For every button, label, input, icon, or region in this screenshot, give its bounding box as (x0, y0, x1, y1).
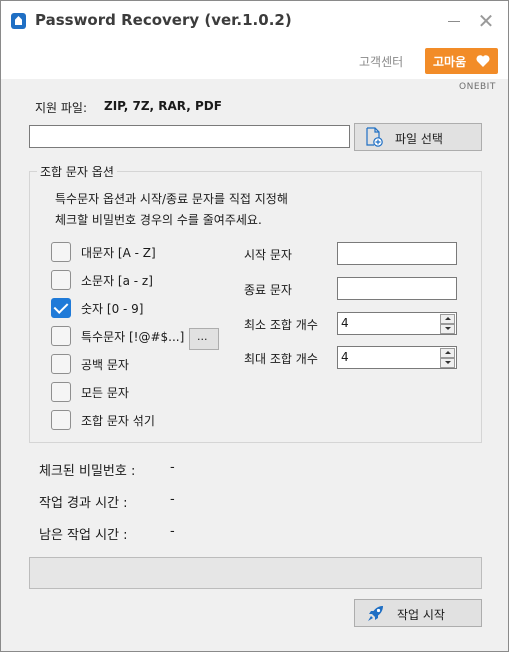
customer-center-link[interactable]: 고객센터 (359, 53, 403, 70)
close-button[interactable]: ✕ (473, 9, 499, 33)
start-task-label: 작업 시작 (397, 608, 445, 622)
app-window: Password Recovery (ver.1.0.2) ✕ 고객센터 고마움… (0, 0, 509, 652)
checked-passwords-label: 체크된 비밀번호 : (39, 464, 136, 479)
checkbox-box[interactable] (51, 326, 71, 346)
window-title: Password Recovery (ver.1.0.2) (35, 11, 292, 29)
close-icon: ✕ (477, 9, 495, 33)
checkbox-label: 대문자 [A - Z] (81, 246, 156, 260)
thanks-button-label: 고마움 (433, 55, 467, 69)
elapsed-time-label: 작업 경과 시간 : (39, 496, 128, 511)
checkbox-box[interactable] (51, 270, 71, 290)
checkbox-label: 특수문자 [!@#$...] (81, 330, 185, 344)
supported-files-label: 지원 파일: (35, 101, 88, 115)
checkbox-label: 숫자 [0 - 9] (81, 302, 144, 316)
spinner-down-arrow-icon[interactable] (440, 324, 455, 334)
checked-passwords-value: - (170, 460, 175, 475)
minimize-button[interactable] (441, 9, 467, 33)
options-description-line2: 체크할 비밀번호 경우의 수를 줄여주세요. (55, 213, 262, 227)
file-path-input[interactable] (29, 125, 350, 148)
max-count-spinner[interactable]: 4 (337, 346, 457, 369)
start-task-button[interactable]: 작업 시작 (354, 599, 482, 627)
thanks-button[interactable]: 고마움 (425, 48, 498, 74)
checkbox-box-checked[interactable] (51, 298, 71, 318)
spinner-up-arrow-icon[interactable] (440, 314, 455, 324)
elapsed-time-value: - (170, 492, 175, 507)
spinner-arrows (440, 314, 455, 334)
remaining-time-value: - (170, 524, 175, 539)
checkbox-box[interactable] (51, 242, 71, 262)
max-count-label: 최대 조합 개수 (244, 352, 318, 366)
checkbox-label: 소문자 [a - z] (81, 274, 153, 288)
spinner-arrows (440, 348, 455, 368)
start-char-input[interactable] (337, 242, 457, 265)
heart-icon (476, 55, 490, 67)
select-file-button[interactable]: 파일 선택 (354, 123, 482, 151)
supported-files-formats: ZIP, 7Z, RAR, PDF (104, 99, 222, 113)
options-description-line1: 특수문자 옵션과 시작/종료 문자를 직접 지정해 (55, 192, 288, 206)
options-group-title: 조합 문자 옵션 (37, 163, 117, 180)
checkbox-label: 모든 문자 (81, 386, 129, 400)
checkbox-box[interactable] (51, 354, 71, 374)
checkbox-label: 공백 문자 (81, 358, 129, 372)
min-count-label: 최소 조합 개수 (244, 318, 318, 332)
title-bar[interactable]: Password Recovery (ver.1.0.2) ✕ (1, 1, 508, 41)
spinner-down-arrow-icon[interactable] (440, 358, 455, 368)
checkbox-box[interactable] (51, 382, 71, 402)
end-char-label: 종료 문자 (244, 283, 292, 297)
checkbox-label: 조합 문자 섞기 (81, 414, 155, 428)
max-count-value: 4 (341, 350, 349, 364)
checkbox-box[interactable] (51, 410, 71, 430)
min-count-spinner[interactable]: 4 (337, 312, 457, 335)
end-char-input[interactable] (337, 277, 457, 300)
brand-label: ONEBIT (459, 82, 496, 92)
spinner-up-arrow-icon[interactable] (440, 348, 455, 358)
app-logo-icon (11, 13, 26, 29)
header-bar: 고객센터 고마움 (1, 41, 508, 79)
remaining-time-label: 남은 작업 시간 : (39, 528, 128, 543)
special-chars-button[interactable]: ... (189, 328, 219, 350)
rocket-icon (368, 606, 383, 621)
start-char-label: 시작 문자 (244, 248, 292, 262)
min-count-value: 4 (341, 316, 349, 330)
file-add-icon (366, 127, 383, 147)
select-file-label: 파일 선택 (395, 132, 443, 146)
progress-bar (29, 557, 482, 589)
special-chars-button-label: ... (197, 330, 208, 343)
